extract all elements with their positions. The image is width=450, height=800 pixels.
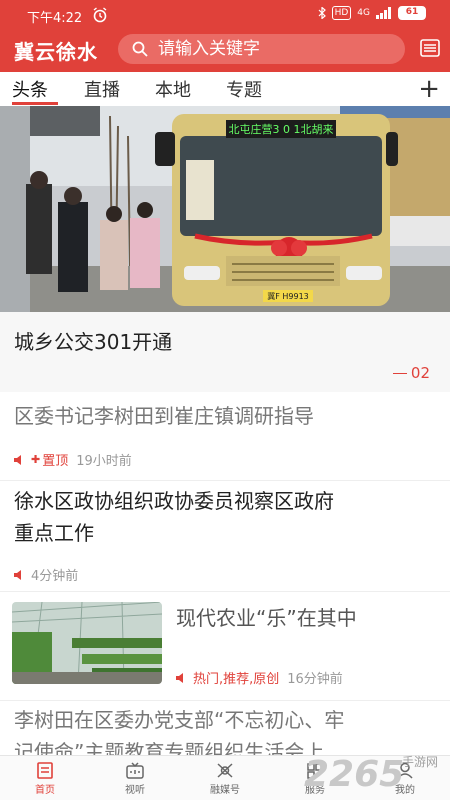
hd-badge: HD xyxy=(331,6,352,20)
speaker-icon xyxy=(176,672,183,683)
media-icon xyxy=(217,763,233,778)
article-title-line: 重点工作 xyxy=(14,521,94,545)
tab-local[interactable]: 本地 xyxy=(155,76,191,102)
article-title[interactable]: 徐水区政协组织政协委员视察区政府 重点工作 xyxy=(14,485,334,549)
divider xyxy=(0,700,450,701)
nav-video[interactable]: 视听 xyxy=(100,756,170,800)
speaker-icon xyxy=(14,569,21,580)
app-logo: 冀云徐水 xyxy=(14,40,98,64)
active-tab-indicator xyxy=(12,102,58,105)
search-icon xyxy=(132,41,148,57)
status-indicators: HD 4G 61 xyxy=(318,6,426,20)
article-title-line: 徐水区政协组织政协委员视察区政府 xyxy=(14,489,334,513)
bus-plate: 冀F H9913 xyxy=(267,291,309,301)
article-meta: ✚ 置顶 19小时前 xyxy=(14,450,132,469)
article-time: 19小时前 xyxy=(76,454,132,469)
article-title-line: 李树田在区委办党支部“不忘初心、牢 xyxy=(14,708,345,732)
news-menu-icon[interactable] xyxy=(420,39,440,57)
speaker-icon xyxy=(14,454,21,465)
nav-label: 融媒号 xyxy=(210,785,240,796)
bus-photo: 北屯庄营3 0 1北胡来 冀F H9913 xyxy=(0,106,450,312)
signal-icon xyxy=(376,7,391,19)
list-item[interactable]: 现代农业“乐”在其中 热门,推荐,原创 16分钟前 xyxy=(170,592,450,702)
network-type: 4G xyxy=(357,8,370,18)
article-meta: 4分钟前 xyxy=(14,565,78,584)
article-title[interactable]: 区委书记李树田到崔庄镇调研指导 xyxy=(14,400,314,432)
bluetooth-icon xyxy=(318,7,326,19)
pinned-tag: 置顶 xyxy=(42,454,69,469)
bus-route-sign: 北屯庄营3 0 1北胡来 xyxy=(229,122,334,136)
nav-label: 首页 xyxy=(35,785,55,796)
carousel-page-indicator: 02 xyxy=(392,364,430,382)
home-icon xyxy=(37,762,53,779)
pin-icon: ✚ xyxy=(31,453,41,466)
nav-media[interactable]: 融媒号 xyxy=(190,756,260,800)
article-thumbnail[interactable] xyxy=(12,602,162,684)
nav-label: 视听 xyxy=(125,785,145,796)
article-title[interactable]: 李树田在区委办党支部“不忘初心、牢 记使命”主题教育专题组织生活会上 xyxy=(14,704,344,755)
search-bar[interactable] xyxy=(118,34,405,64)
nav-home[interactable]: 首页 xyxy=(10,756,80,800)
app-header: 下午4:22 HD 4G 61 冀云徐水 xyxy=(0,0,450,72)
hero-title[interactable]: 城乡公交301开通 xyxy=(14,326,172,355)
article-time: 16分钟前 xyxy=(287,672,343,687)
tv-icon xyxy=(126,762,144,779)
battery-icon: 61 xyxy=(398,6,426,20)
hero-caption[interactable]: 城乡公交301开通 02 xyxy=(0,312,450,392)
watermark-sub: 手游网 xyxy=(402,755,438,769)
tab-headlines[interactable]: 头条 xyxy=(12,76,48,102)
category-tabs: 头条 直播 本地 专题 + xyxy=(0,72,450,106)
status-bar: 下午4:22 HD 4G 61 xyxy=(0,0,450,30)
list-item[interactable]: 徐水区政协组织政协委员视察区政府 重点工作 4分钟前 xyxy=(0,481,450,591)
article-title[interactable]: 现代农业“乐”在其中 xyxy=(176,602,357,634)
article-tags: 热门,推荐,原创 xyxy=(193,672,280,687)
tab-topics[interactable]: 专题 xyxy=(226,76,262,102)
article-title-line: 记使命”主题教育专题组织生活会上 xyxy=(14,740,325,755)
article-meta: 热门,推荐,原创 16分钟前 xyxy=(176,668,343,687)
app-bar: 冀云徐水 xyxy=(0,30,450,72)
watermark-main: 2265 xyxy=(304,754,404,795)
tab-live[interactable]: 直播 xyxy=(84,76,120,102)
hero-image[interactable]: 北屯庄营3 0 1北胡来 冀F H9913 xyxy=(0,106,450,312)
add-channel-icon[interactable]: + xyxy=(418,76,440,102)
article-time: 4分钟前 xyxy=(31,569,79,584)
site-watermark: 2265 手游网 xyxy=(304,754,438,795)
greenhouse-photo xyxy=(12,602,162,684)
search-input[interactable] xyxy=(158,39,398,59)
status-time: 下午4:22 xyxy=(27,11,83,26)
alarm-icon xyxy=(93,7,107,23)
list-item[interactable]: 区委书记李树田到崔庄镇调研指导 ✚ 置顶 19小时前 xyxy=(0,392,450,480)
